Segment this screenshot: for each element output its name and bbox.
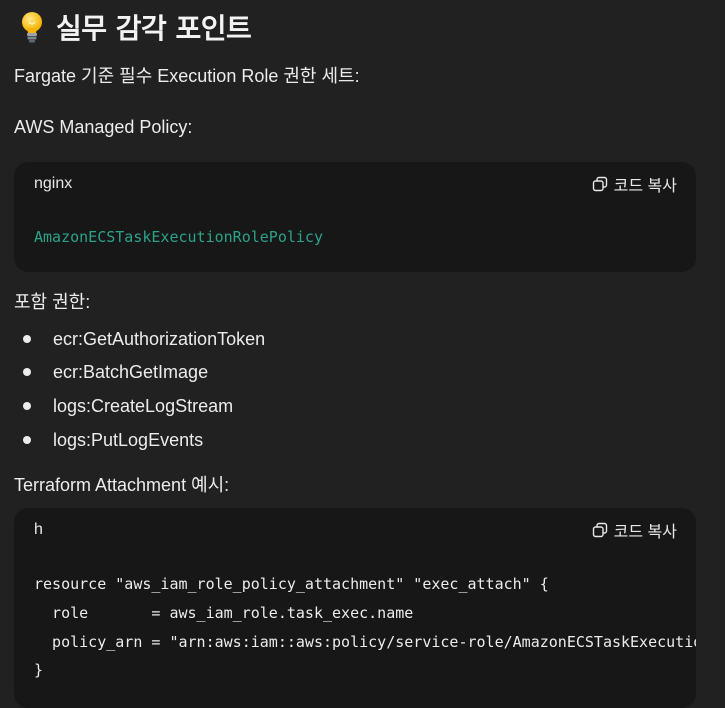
copy-code-label: 코드 복사 [613,524,677,541]
terraform-example-label: Terraform Attachment 예시: [14,475,230,495]
code-line: role = aws_iam_role.task_exec.name [34,604,414,622]
section-heading: 실무 감각 포인트 [18,6,252,48]
code-block-header: h 코드 복사 [14,508,696,552]
permission-text: ecr:GetAuthorizationToken [53,329,266,349]
copy-icon [592,176,607,192]
copy-code-button[interactable]: 코드 복사 [592,172,677,196]
copy-code-button[interactable]: 코드 복사 [592,518,677,542]
code-line: policy_arn = "arn:aws:iam::aws:policy/se… [52,633,696,651]
bullet-icon [23,436,31,444]
code-line: resource "aws_iam_role_policy_attachment… [34,575,549,593]
copy-icon [592,522,607,538]
code-line: } [34,661,44,679]
code-language-label: h [34,521,43,538]
permission-text: logs:CreateLogStream [53,396,234,416]
code-language-label: nginx [34,175,73,192]
bullet-icon [23,402,31,410]
managed-policy-label: AWS Managed Policy: [14,117,193,137]
copy-code-label: 코드 복사 [613,178,677,195]
code-block-terraform: h 코드 복사 resource "aws_iam_role_policy_at… [14,508,696,708]
permission-text: logs:PutLogEvents [53,430,204,450]
code-line: AmazonECSTaskExecutionRolePolicy [34,228,323,246]
heading-title: 실무 감각 포인트 [56,12,252,45]
code-block-policy: nginx 코드 복사 AmazonECSTaskExecutionRolePo… [14,162,696,272]
permission-text: ecr:BatchGetImage [53,362,209,382]
bullet-icon [23,368,31,376]
bullet-icon [23,335,31,343]
included-permissions-label: 포함 권한: [14,292,91,312]
code-block-header: nginx 코드 복사 [14,162,696,206]
intro-text: Fargate 기준 필수 Execution Role 권한 세트: [14,66,360,86]
lightbulb-icon [22,12,42,43]
